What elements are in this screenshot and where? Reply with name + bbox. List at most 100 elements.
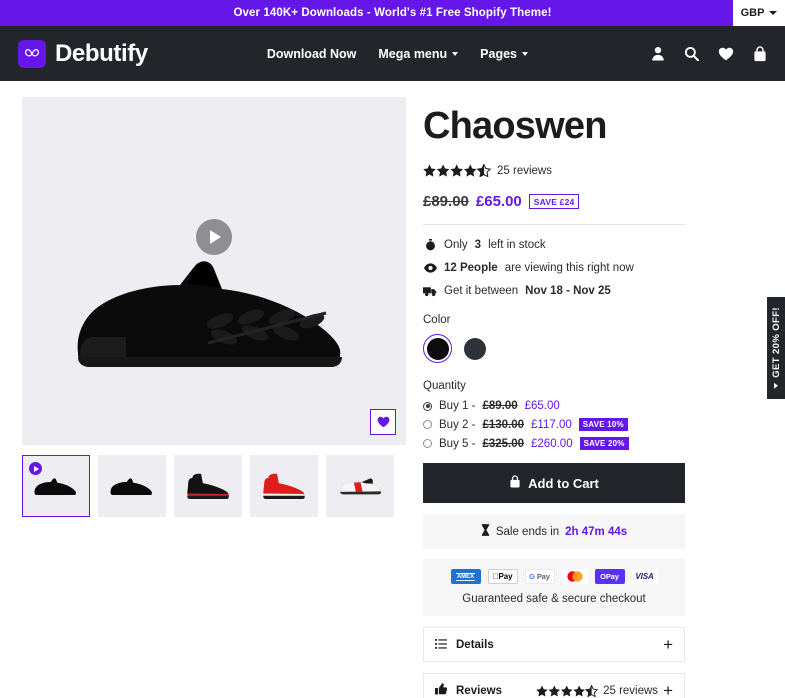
accordion-label: Reviews <box>456 684 503 697</box>
wishlist-heart-icon[interactable] <box>718 47 734 61</box>
review-count-label: 25 reviews <box>497 164 552 177</box>
nav-item-pages[interactable]: Pages <box>480 47 528 61</box>
save-badge: SAVE £24 <box>528 194 580 209</box>
list-icon <box>435 636 447 654</box>
heart-icon <box>377 416 389 428</box>
site-header: Debutify Download Now Mega menu Pages <box>0 26 785 81</box>
lock-bag-icon <box>509 475 521 491</box>
thumbnail-strip <box>22 455 406 517</box>
accordion-details[interactable]: Details + <box>423 627 685 662</box>
play-badge-icon <box>29 462 42 475</box>
product-main: Chaoswen 25 reviews £89.00 £65.00 SAVE £… <box>0 81 785 698</box>
quantity-option-label: Quantity <box>423 380 466 392</box>
radio-icon[interactable] <box>423 439 432 448</box>
payment-icons: AMEX Pay G Pay OPay VISA <box>423 569 685 584</box>
delivery-range: Nov 18 - Nov 25 <box>525 285 611 297</box>
account-icon[interactable] <box>651 46 665 61</box>
accordion-label: Details <box>456 638 494 651</box>
currency-selector[interactable]: GBP <box>733 0 785 26</box>
stopwatch-icon <box>423 239 437 251</box>
product-meta: Only 3 left in stock 12 People are viewi… <box>423 239 685 297</box>
play-icon <box>210 230 221 244</box>
radio-icon[interactable] <box>423 420 432 429</box>
nav-label: Download Now <box>266 46 357 61</box>
quantity-option-buy-5[interactable]: Buy 5 - £325.00 £260.00 SAVE 20% <box>423 437 685 450</box>
product-info: Chaoswen 25 reviews £89.00 £65.00 SAVE £… <box>423 97 685 698</box>
promo-side-tab[interactable]: GET 20% OFF! <box>767 297 785 399</box>
quantity-price-old: £325.00 <box>482 437 525 450</box>
quantity-save-badge: SAVE 10% <box>578 418 628 431</box>
chevron-down-icon <box>769 11 778 15</box>
delivery-notice: Get it between Nov 18 - Nov 25 <box>423 285 685 297</box>
header-icon-group <box>651 45 767 62</box>
nav-item-download-now[interactable]: Download Now <box>267 47 357 61</box>
payment-amex-icon: AMEX <box>450 569 481 584</box>
play-video-button[interactable] <box>196 219 232 255</box>
product-image-loafer <box>68 245 360 380</box>
product-page: Over 140K+ Downloads - World's #1 Free S… <box>0 0 785 698</box>
cart-bag-icon[interactable] <box>753 45 767 62</box>
price-row: £89.00 £65.00 SAVE £24 <box>423 193 685 210</box>
nav-label: Mega menu <box>378 46 448 61</box>
brand-name: Debutify <box>55 39 148 67</box>
thumbnail-2[interactable] <box>174 455 242 517</box>
accordion-expand-icon[interactable]: + <box>663 682 673 698</box>
quantity-label: Buy 1 - <box>439 400 476 412</box>
stock-count: 3 <box>474 239 482 251</box>
thumbnail-1[interactable] <box>98 455 166 517</box>
thumbnail-3[interactable] <box>250 455 318 517</box>
chevron-down-icon <box>452 51 459 56</box>
payment-visa-icon: VISA <box>631 569 658 584</box>
accordion-reviews[interactable]: Reviews 25 reviews + <box>423 673 685 698</box>
quantity-label: Buy 5 - <box>439 437 476 450</box>
quantity-price-new: £117.00 <box>531 418 572 431</box>
stock-notice: Only 3 left in stock <box>423 239 685 251</box>
quantity-options: Buy 1 - £89.00 £65.00 Buy 2 - £130.00 £1… <box>423 400 685 450</box>
search-icon[interactable] <box>684 46 699 61</box>
quantity-price-old: £130.00 <box>482 418 525 431</box>
quantity-save-badge: SAVE 20% <box>579 437 629 450</box>
hourglass-icon <box>481 524 490 539</box>
stock-text-post: left in stock <box>488 239 546 251</box>
payment-applepay-icon: Pay <box>487 569 518 584</box>
quantity-price-old: £89.00 <box>482 400 518 412</box>
thumbnail-4[interactable] <box>326 455 394 517</box>
viewing-notice: 12 People are viewing this right now <box>423 262 685 274</box>
accordion-review-count: 25 reviews <box>603 684 659 697</box>
timer-text: Sale ends in <box>495 525 560 538</box>
trust-badges: AMEX Pay G Pay OPay VISA Guaranteed saf… <box>423 559 685 616</box>
add-to-cart-label: Add to Cart <box>528 475 599 491</box>
radio-icon[interactable] <box>423 401 432 411</box>
quantity-label: Buy 2 - <box>439 418 476 431</box>
add-to-cart-button[interactable]: Add to Cart <box>423 463 685 503</box>
thumbnail-0[interactable] <box>22 455 90 517</box>
page-title: Chaoswen <box>423 105 607 147</box>
quantity-price-new: £65.00 <box>524 400 560 412</box>
quantity-option-buy-1[interactable]: Buy 1 - £89.00 £65.00 <box>423 400 685 412</box>
color-swatch-black[interactable] <box>423 334 452 363</box>
eye-icon <box>423 263 437 273</box>
payment-googlepay-icon: G Pay <box>524 569 555 584</box>
rating-row[interactable]: 25 reviews <box>423 164 685 177</box>
sale-countdown: Sale ends in 2h 47m 44s <box>423 514 685 549</box>
add-to-wishlist-button[interactable] <box>370 409 396 435</box>
left-caret-icon <box>774 382 778 389</box>
color-swatch-charcoal[interactable] <box>460 334 489 363</box>
payment-shoppay-icon: OPay <box>594 569 625 584</box>
accordion-expand-icon[interactable]: + <box>663 636 673 653</box>
star-rating <box>423 164 491 177</box>
truck-icon <box>423 286 437 297</box>
quantity-option-buy-2[interactable]: Buy 2 - £130.00 £117.00 SAVE 10% <box>423 418 685 431</box>
nav-label: Pages <box>480 46 517 61</box>
price-current: £65.00 <box>475 193 522 210</box>
brand-logo[interactable]: Debutify <box>18 39 148 68</box>
delivery-text: Get it between <box>444 285 519 297</box>
chevron-down-icon <box>522 51 528 56</box>
butterfly-logo-icon <box>18 39 46 68</box>
announcement-bar: Over 140K+ Downloads - World's #1 Free S… <box>0 0 785 26</box>
thumbs-up-icon <box>435 682 448 698</box>
nav-item-mega-menu[interactable]: Mega menu <box>378 46 459 61</box>
payment-mastercard-icon <box>561 569 588 584</box>
currency-value: GBP <box>740 7 765 19</box>
hero-image[interactable] <box>22 97 406 445</box>
